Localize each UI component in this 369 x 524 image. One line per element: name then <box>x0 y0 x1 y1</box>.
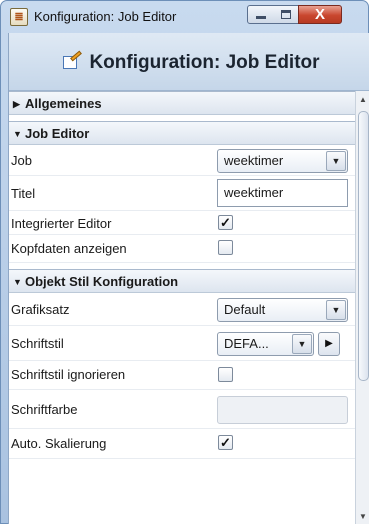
collapse-triangle-icon: ▼ <box>13 129 22 139</box>
schriftstil-select[interactable]: DEFA... ▼ <box>217 332 314 356</box>
grafiksatz-label: Grafiksatz <box>11 302 70 317</box>
minimize-icon <box>255 16 266 19</box>
chevron-down-icon[interactable]: ▼ <box>326 300 346 320</box>
row-job: Job weektimer ▼ <box>9 145 355 176</box>
maximize-icon <box>280 10 291 19</box>
schriftstil-label: Schriftstil <box>11 336 64 351</box>
row-grafiksatz: Grafiksatz Default ▼ <box>9 293 355 326</box>
property-sheet: ▶ Allgemeines ▼ Job Editor Job weektimer ▼… <box>9 91 355 524</box>
row-integrierter-editor: Integrierter Editor ✓ <box>9 211 355 235</box>
job-editor-window: ≣ Konfiguration: Job Editor X Konfigurat… <box>0 0 369 524</box>
schriftstil-ignorieren-checkbox[interactable] <box>218 367 233 382</box>
schriftfarbe-label: Schriftfarbe <box>11 402 78 417</box>
client-area: Konfiguration: Job Editor ▶ Allgemeines ▼… <box>8 33 369 524</box>
section-job-editor[interactable]: ▼ Job Editor <box>9 121 355 145</box>
row-titel: Titel weektimer <box>9 176 355 211</box>
vertical-scrollbar[interactable]: ▲ ▼ <box>355 91 369 524</box>
close-button[interactable]: X <box>298 5 342 24</box>
row-schriftstil: Schriftstil DEFA... ▼ ▶ <box>9 326 355 361</box>
grafiksatz-select[interactable]: Default ▼ <box>217 298 348 322</box>
auto-skalierung-label: Auto. Skalierung <box>11 436 107 451</box>
job-label: Job <box>11 153 32 168</box>
header-bar: Konfiguration: Job Editor <box>9 33 369 91</box>
expand-triangle-icon: ▶ <box>13 99 20 109</box>
titel-input[interactable]: weektimer <box>217 179 348 207</box>
section-allgemeines[interactable]: ▶ Allgemeines <box>9 91 355 115</box>
section-label: Job Editor <box>25 126 90 141</box>
integrierter-editor-label: Integrierter Editor <box>11 216 112 231</box>
section-label: Allgemeines <box>25 96 102 111</box>
page-title: Konfiguration: Job Editor <box>9 50 369 74</box>
auto-skalierung-checkbox[interactable]: ✓ <box>218 435 233 450</box>
scrollbar-thumb[interactable] <box>358 111 369 381</box>
close-icon: X <box>314 6 325 23</box>
titel-label: Titel <box>11 186 36 201</box>
section-objekt-stil[interactable]: ▼ Objekt Stil Konfiguration <box>9 269 355 293</box>
scroll-up-icon[interactable]: ▲ <box>359 95 367 104</box>
job-select-value: weektimer <box>224 153 284 168</box>
section-label: Objekt Stil Konfiguration <box>25 274 179 289</box>
maximize-button[interactable] <box>273 5 299 24</box>
schriftstil-ignorieren-label: Schriftstil ignorieren <box>11 367 126 382</box>
collapse-triangle-icon: ▼ <box>13 277 22 287</box>
row-schriftfarbe: Schriftfarbe <box>9 390 355 429</box>
app-icon: ≣ <box>10 8 28 26</box>
chevron-down-icon[interactable]: ▼ <box>326 151 346 171</box>
grafiksatz-select-value: Default <box>224 302 266 317</box>
window-title: Konfiguration: Job Editor <box>34 9 177 24</box>
kopfdaten-checkbox[interactable] <box>218 240 233 255</box>
schriftstil-select-value: DEFA... <box>224 336 269 351</box>
scroll-down-icon[interactable]: ▼ <box>359 512 367 521</box>
title-bar[interactable]: ≣ Konfiguration: Job Editor X <box>1 1 368 33</box>
row-kopfdaten: Kopfdaten anzeigen <box>9 235 355 263</box>
job-select[interactable]: weektimer ▼ <box>217 149 348 173</box>
row-schriftstil-ignorieren: Schriftstil ignorieren <box>9 361 355 390</box>
page-title-text: Konfiguration: Job Editor <box>89 52 320 73</box>
row-auto-skalierung: Auto. Skalierung ✓ <box>9 429 355 459</box>
schriftfarbe-color-picker[interactable] <box>217 396 348 424</box>
minimize-button[interactable] <box>247 5 274 24</box>
schriftstil-open-button[interactable]: ▶ <box>318 332 340 356</box>
integrierter-editor-checkbox[interactable]: ✓ <box>218 215 233 230</box>
chevron-down-icon[interactable]: ▼ <box>292 334 312 354</box>
kopfdaten-label: Kopfdaten anzeigen <box>11 241 127 256</box>
edit-document-icon <box>63 50 83 69</box>
